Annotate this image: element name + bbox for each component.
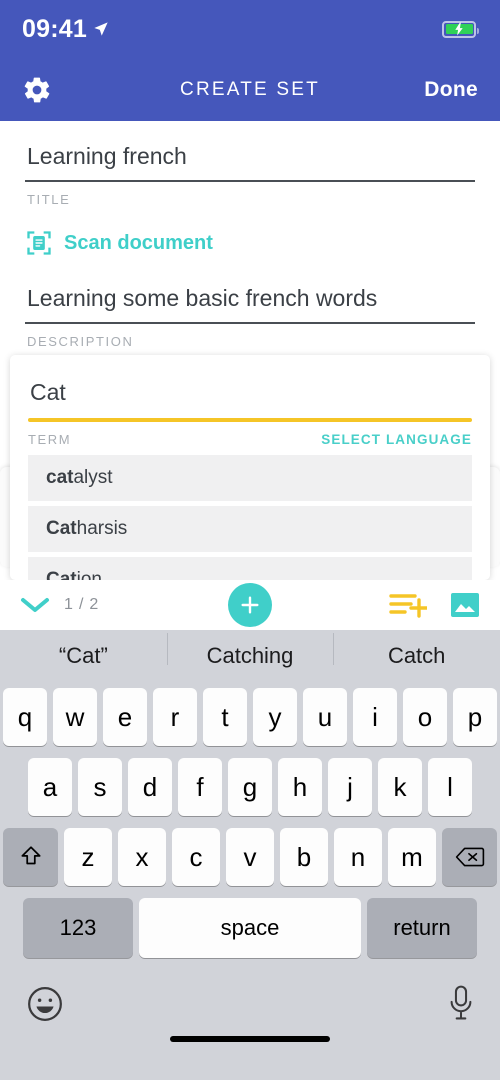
shift-key[interactable] [3,828,58,886]
key-j[interactable]: j [328,758,372,816]
key-g[interactable]: g [228,758,272,816]
predictive-text-bar: “Cat” Catching Catch [0,630,500,682]
key-p[interactable]: p [453,688,497,746]
backspace-key[interactable] [442,828,497,886]
key-z[interactable]: z [64,828,112,886]
suggestion-rest: alyst [73,467,113,488]
key-x[interactable]: x [118,828,166,886]
keyboard-row-4: 123 space return [0,898,500,958]
suggestion-match: cat [46,467,74,488]
key-r[interactable]: r [153,688,197,746]
key-v[interactable]: v [226,828,274,886]
plus-icon [241,596,259,614]
card-counter: 1 / 2 [64,596,100,613]
keyboard-bottom-bar [0,974,500,1042]
microphone-icon[interactable] [448,985,474,1023]
chevron-down-icon[interactable] [20,596,50,614]
app-screen: 09:41 CREATE SET Done Learning french TI… [0,0,500,1080]
return-key[interactable]: return [367,898,477,958]
status-bar-right [442,20,479,38]
key-c[interactable]: c [172,828,220,886]
list-item[interactable]: cat alyst [28,455,472,501]
description-label: DESCRIPTION [27,334,134,349]
status-bar: 09:41 [0,0,500,58]
battery-charging-icon [442,20,479,38]
scan-document-icon [27,231,51,255]
key-e[interactable]: e [103,688,147,746]
prediction-0[interactable]: “Cat” [0,643,167,669]
key-k[interactable]: k [378,758,422,816]
key-m[interactable]: m [388,828,436,886]
keyboard-row-3: z x c v b n m [0,828,500,886]
key-t[interactable]: t [203,688,247,746]
emoji-icon[interactable] [26,985,64,1023]
list-item[interactable]: Cat harsis [28,506,472,552]
set-form: Learning french TITLE Scan document Lear… [0,121,500,349]
key-q[interactable]: q [3,688,47,746]
term-card-stack: Cat TERM SELECT LANGUAGE cat alyst Cat har… [0,355,500,580]
key-h[interactable]: h [278,758,322,816]
term-meta-row: TERM SELECT LANGUAGE [10,422,490,455]
description-input[interactable]: Learning some basic french words [25,263,475,322]
card-toolbar: 1 / 2 [0,580,500,630]
title-field-group: Learning french TITLE [25,121,475,207]
suggestion-rest: ion [76,569,102,580]
suggestion-match: Cat [46,569,77,580]
key-f[interactable]: f [178,758,222,816]
prediction-1[interactable]: Catching [166,633,334,669]
lightning-bolt-icon [455,22,463,36]
key-d[interactable]: d [128,758,172,816]
suggestion-rest: harsis [76,518,128,539]
gear-icon[interactable] [22,75,52,105]
backspace-icon [455,847,484,867]
key-y[interactable]: y [253,688,297,746]
title-label: TITLE [27,192,71,207]
status-bar-left: 09:41 [22,15,109,44]
prediction-2[interactable]: Catch [333,633,500,669]
space-key[interactable]: space [139,898,361,958]
onscreen-keyboard: “Cat” Catching Catch q w e r t y u i o p… [0,630,500,1080]
key-i[interactable]: i [353,688,397,746]
term-label: TERM [28,432,72,447]
key-w[interactable]: w [53,688,97,746]
scan-document-button[interactable]: Scan document [25,229,475,257]
select-language-button[interactable]: SELECT LANGUAGE [321,432,472,447]
suggestion-match: Cat [46,518,77,539]
scan-document-label: Scan document [64,231,213,254]
toolbar-right [389,590,480,620]
toolbar-left: 1 / 2 [20,596,99,614]
description-field-group: Learning some basic french words DESCRIP… [25,263,475,349]
status-time: 09:41 [22,14,87,43]
key-u[interactable]: u [303,688,347,746]
keyboard-row-1: q w e r t y u i o p [0,688,500,746]
image-icon[interactable] [450,590,480,620]
list-add-icon[interactable] [389,591,427,619]
suggestion-list: cat alyst Cat harsis Cat ion [10,455,490,580]
list-item[interactable]: Cat ion [28,557,472,580]
shift-icon [20,846,41,865]
done-button[interactable]: Done [424,78,478,102]
location-arrow-icon [94,22,108,36]
key-s[interactable]: s [78,758,122,816]
term-input[interactable]: Cat [10,355,490,418]
numbers-key[interactable]: 123 [23,898,133,958]
key-o[interactable]: o [403,688,447,746]
term-card: Cat TERM SELECT LANGUAGE cat alyst Cat har… [10,355,490,580]
add-card-button[interactable] [228,583,272,627]
title-input[interactable]: Learning french [25,121,475,180]
home-indicator [170,1036,330,1042]
key-b[interactable]: b [280,828,328,886]
key-n[interactable]: n [334,828,382,886]
key-l[interactable]: l [428,758,472,816]
keyboard-row-2: a s d f g h j k l [0,758,500,816]
key-a[interactable]: a [28,758,72,816]
navigation-bar: CREATE SET Done [0,58,500,121]
